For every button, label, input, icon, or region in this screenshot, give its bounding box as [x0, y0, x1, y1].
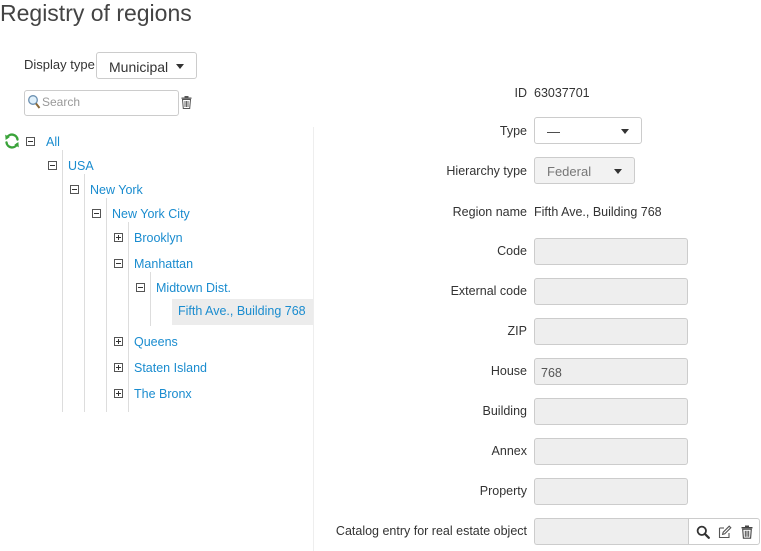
refresh-icon[interactable]: [4, 133, 20, 149]
annex-field: [534, 438, 688, 465]
expand-staten-island-toggle[interactable]: [114, 363, 123, 372]
house-field: 768: [534, 358, 688, 385]
building-field: [534, 398, 688, 425]
id-label: ID: [514, 86, 528, 100]
edit-icon[interactable]: [718, 525, 732, 539]
id-value: 63037701: [534, 86, 590, 100]
region-name-value: Fifth Ave., Building 768: [534, 205, 662, 219]
page-title: Registry of regions: [0, 0, 192, 26]
tree-node-selected[interactable]: Fifth Ave., Building 768: [172, 299, 313, 325]
tree-node-brooklyn[interactable]: Brooklyn: [134, 230, 183, 246]
property-field: [534, 478, 688, 505]
chevron-down-icon: [621, 128, 629, 134]
search-icon: [27, 94, 41, 110]
tree-guide: [106, 198, 107, 412]
panel-divider: [313, 127, 314, 551]
tree-node-new-york-city[interactable]: New York City: [112, 206, 190, 222]
house-label: House: [490, 364, 527, 378]
tree-node-usa[interactable]: USA: [68, 158, 94, 174]
tree-guide: [150, 272, 151, 326]
tree-node-queens[interactable]: Queens: [134, 334, 178, 350]
catalog-entry-field: [534, 518, 688, 545]
display-type-label: Display type: [24, 57, 95, 72]
collapse-new-york-toggle[interactable]: [70, 185, 79, 194]
catalog-entry-actions: [688, 518, 760, 545]
code-field: [534, 238, 688, 265]
collapse-all-toggle[interactable]: [26, 137, 35, 146]
external-code-field: [534, 278, 688, 305]
expand-brooklyn-toggle[interactable]: [114, 233, 123, 242]
chevron-down-icon: [614, 168, 622, 174]
tree-node-new-york[interactable]: New York: [90, 182, 143, 198]
chevron-down-icon: [176, 63, 184, 69]
zip-field: [534, 318, 688, 345]
type-select[interactable]: —: [534, 117, 642, 144]
display-type-value: Municipal: [109, 59, 169, 75]
code-label: Code: [497, 244, 527, 258]
type-value: —: [547, 124, 560, 139]
search-box[interactable]: [24, 90, 179, 116]
expand-bronx-toggle[interactable]: [114, 389, 123, 398]
building-label: Building: [482, 404, 527, 418]
tree-node-selected-label: Fifth Ave., Building 768: [178, 304, 306, 318]
tree-guide: [84, 174, 85, 412]
clear-search-trash-icon[interactable]: [181, 96, 192, 109]
catalog-entry-label: Catalog entry for real estate object: [335, 524, 527, 538]
collapse-midtown-toggle[interactable]: [136, 283, 145, 292]
tree-guide: [62, 150, 63, 412]
type-label: Type: [499, 124, 527, 138]
search-input[interactable]: [42, 93, 172, 111]
trash-icon[interactable]: [740, 525, 754, 539]
hierarchy-type-select: Federal: [534, 157, 635, 184]
region-name-label: Region name: [452, 205, 527, 219]
tree-guide: [128, 222, 129, 412]
expand-queens-toggle[interactable]: [114, 337, 123, 346]
collapse-manhattan-toggle[interactable]: [114, 259, 123, 268]
tree-node-bronx[interactable]: The Bronx: [134, 386, 192, 402]
tree-node-all[interactable]: All: [46, 134, 60, 150]
search-icon[interactable]: [696, 525, 710, 539]
collapse-usa-toggle[interactable]: [48, 161, 57, 170]
display-type-select[interactable]: Municipal: [96, 52, 197, 79]
zip-label: ZIP: [507, 324, 527, 338]
tree-node-midtown[interactable]: Midtown Dist.: [156, 280, 231, 296]
property-label: Property: [479, 484, 527, 498]
tree-node-staten-island[interactable]: Staten Island: [134, 360, 207, 376]
hierarchy-type-value: Federal: [547, 164, 592, 179]
external-code-label: External code: [450, 284, 527, 298]
annex-label: Annex: [491, 444, 527, 458]
hierarchy-type-label: Hierarchy type: [446, 164, 527, 178]
tree-node-manhattan[interactable]: Manhattan: [134, 256, 193, 272]
collapse-new-york-city-toggle[interactable]: [92, 209, 101, 218]
